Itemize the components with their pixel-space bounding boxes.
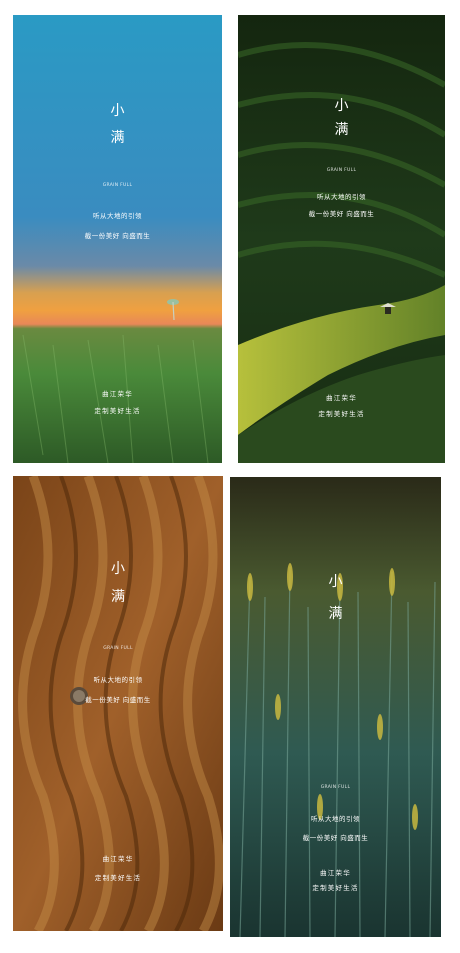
slogan-line-1: 听从大地的引领 <box>93 676 143 684</box>
grain-full-tag: GRAIN FULL <box>103 646 133 651</box>
poster-wheat-waves: 小 满 GRAIN FULL 听从大地的引领 截一份美好 向盛而生 曲江荣华 定… <box>13 476 223 931</box>
title-char-1: 小 <box>334 98 349 114</box>
slogan-line-1: 听从大地的引领 <box>93 212 142 220</box>
poster-rice-terraces: 小 满 GRAIN FULL 听从大地的引领 截一份美好 向盛而生 曲江荣华 定… <box>238 15 445 463</box>
brand-slogan: 定制美好生活 <box>94 407 141 415</box>
title-char-2: 满 <box>328 606 343 622</box>
title-char-1: 小 <box>111 561 125 577</box>
slogan-line-2: 截一份美好 向盛而生 <box>302 834 369 842</box>
slogan-line-2: 截一份美好 向盛而生 <box>308 210 375 218</box>
title-char-2: 满 <box>111 589 125 605</box>
grain-full-tag: GRAIN FULL <box>102 183 133 188</box>
title-char-2: 满 <box>334 122 349 138</box>
brand-name: 曲江荣华 <box>326 394 357 402</box>
brand-name: 曲江荣华 <box>102 855 134 863</box>
poster-sky-field: 小 满 GRAIN FULL 听从大地的引领 截一份美好 向盛而生 曲江荣华 定… <box>13 15 222 463</box>
slogan-line-2: 截一份美好 向盛而生 <box>85 696 151 704</box>
slogan-line-1: 听从大地的引领 <box>317 193 366 201</box>
brand-slogan: 定制美好生活 <box>94 874 142 882</box>
poster-barley-field: 小 满 GRAIN FULL 听从大地的引领 截一份美好 向盛而生 曲江荣华 定… <box>230 477 441 937</box>
title-char-1: 小 <box>328 574 343 590</box>
brand-slogan: 定制美好生活 <box>312 884 359 892</box>
title-char-1: 小 <box>110 103 125 119</box>
slogan-line-2: 截一份美好 向盛而生 <box>84 232 151 240</box>
title-char-2: 满 <box>110 130 125 146</box>
brand-name: 曲江荣华 <box>320 869 351 877</box>
slogan-line-1: 听从大地的引领 <box>311 815 360 823</box>
grain-full-tag: GRAIN FULL <box>320 785 351 790</box>
brand-slogan: 定制美好生活 <box>318 410 365 418</box>
brand-name: 曲江荣华 <box>102 390 133 398</box>
grain-full-tag: GRAIN FULL <box>326 168 357 173</box>
